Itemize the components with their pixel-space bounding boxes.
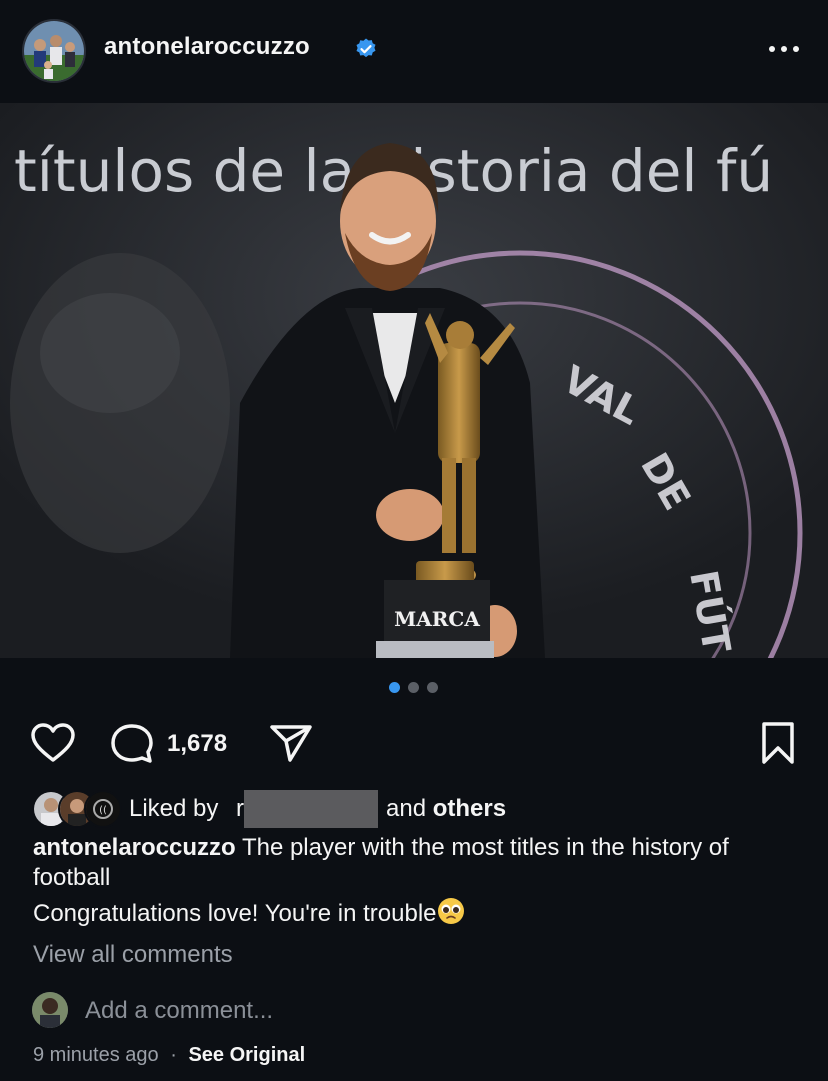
carousel-dot-active (389, 682, 400, 693)
and-others-label[interactable]: and others (386, 795, 506, 823)
carousel-dot (427, 682, 438, 693)
current-user-avatar (32, 992, 68, 1028)
footer-separator: · (170, 1044, 177, 1066)
comment-bubble-icon[interactable] (110, 722, 154, 764)
liked-by-label: Liked by (129, 795, 219, 822)
svg-text:((: (( (99, 805, 107, 816)
and-text: and (386, 795, 427, 822)
others-text: others (432, 795, 507, 822)
caption-line2: Congratulations love! You're in trouble (33, 897, 465, 929)
see-original-link[interactable]: See Original (188, 1044, 305, 1066)
redacted-name-block (244, 790, 378, 828)
post-actions: 1,678 (0, 716, 828, 770)
heart-icon[interactable] (30, 722, 76, 764)
add-comment-input[interactable]: Add a comment... (85, 997, 273, 1025)
comment-count: 1,678 (167, 730, 228, 757)
view-all-comments-link[interactable]: View all comments (33, 941, 233, 969)
carousel-dot (408, 682, 419, 693)
liker-avatar: (( (84, 790, 122, 828)
post-photo-image: VAL DE FÚT títulos de la historia del fú… (0, 103, 828, 658)
more-horizontal-icon[interactable] (766, 36, 802, 62)
liked-by-name-initial[interactable]: r (236, 795, 244, 823)
pleading-face-emoji (437, 898, 464, 924)
verified-badge-icon (356, 38, 376, 58)
carousel-indicator (0, 682, 828, 694)
caption-line2-text: Congratulations love! You're in trouble (33, 900, 437, 927)
post-footer: 9 minutes ago · See Original (33, 1044, 305, 1067)
caption-author[interactable]: antonelaroccuzzo (33, 834, 236, 861)
post-timestamp: 9 minutes ago (33, 1044, 159, 1066)
trophy-label: MARCA (394, 607, 480, 631)
post-username[interactable]: antonelaroccuzzo (104, 33, 310, 61)
bookmark-icon[interactable] (758, 720, 798, 766)
post-header: antonelaroccuzzo (0, 0, 828, 103)
post-caption: antonelaroccuzzo The player with the mos… (33, 833, 803, 893)
add-comment-row[interactable]: Add a comment... (0, 990, 828, 1030)
profile-avatar[interactable] (22, 19, 86, 83)
likes-row[interactable]: (( Liked by r and others (0, 790, 828, 830)
send-icon[interactable] (268, 722, 314, 764)
post-photo[interactable]: VAL DE FÚT títulos de la historia del fú… (0, 103, 828, 658)
